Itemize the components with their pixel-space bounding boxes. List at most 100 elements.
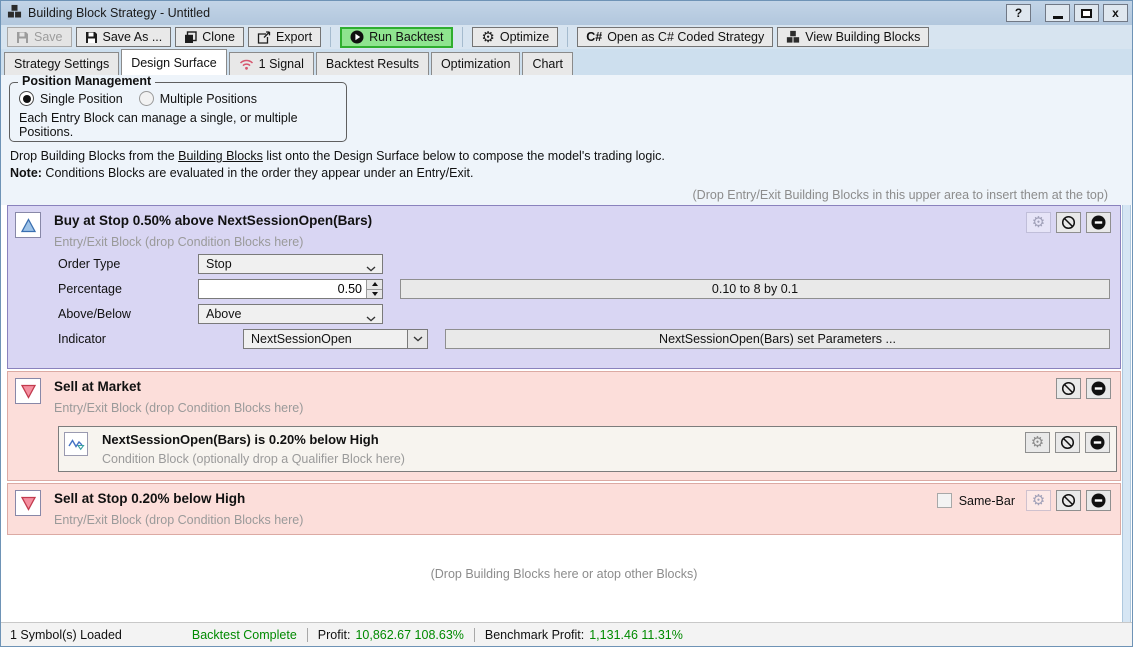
signal-icon bbox=[239, 58, 254, 70]
indicator-combo[interactable]: NextSessionOpen bbox=[243, 329, 428, 349]
save-button: Save bbox=[7, 27, 72, 47]
indicator-row: Indicator NextSessionOpen NextSessionOpe… bbox=[58, 329, 1120, 349]
clone-button[interactable]: Clone bbox=[175, 27, 244, 47]
run-backtest-button[interactable]: Run Backtest bbox=[340, 27, 453, 48]
percentage-optimization-range-button[interactable]: 0.10 to 8 by 0.1 bbox=[400, 279, 1110, 299]
spin-down-button[interactable] bbox=[367, 289, 382, 299]
indicator-parameters-button[interactable]: NextSessionOpen(Bars) set Parameters ... bbox=[445, 329, 1110, 349]
exit-block-sell-at-stop[interactable]: Sell at Stop 0.20% below High Entry/Exit… bbox=[7, 483, 1121, 535]
minus-circle-icon bbox=[1091, 215, 1106, 230]
sell-stop-settings-button: ⚙ bbox=[1026, 490, 1051, 511]
tab-strategy-settings[interactable]: Strategy Settings bbox=[4, 52, 119, 75]
minimize-icon bbox=[1053, 16, 1063, 19]
triangle-down-icon bbox=[372, 292, 378, 296]
building-blocks-link[interactable]: Building Blocks bbox=[178, 149, 263, 163]
minimize-button[interactable] bbox=[1045, 4, 1070, 22]
spin-up-button[interactable] bbox=[367, 280, 382, 289]
tab-design-surface[interactable]: Design Surface bbox=[121, 49, 226, 75]
toolbar-separator bbox=[330, 27, 331, 47]
profit-label: Profit: bbox=[318, 628, 351, 642]
save-as-icon bbox=[85, 31, 98, 44]
sell-arrow-icon bbox=[15, 378, 41, 404]
optimize-button[interactable]: ⚙ Optimize bbox=[472, 27, 558, 47]
sell-market-controls bbox=[1056, 378, 1111, 399]
percentage-field bbox=[198, 279, 383, 299]
chevron-down-icon bbox=[413, 336, 423, 342]
buy-remove-button[interactable] bbox=[1086, 212, 1111, 233]
condition-settings-button[interactable]: ⚙ bbox=[1025, 432, 1050, 453]
sell-stop-text: Sell at Stop 0.20% below High Entry/Exit… bbox=[54, 490, 303, 528]
save-as-button[interactable]: Save As ... bbox=[76, 27, 172, 47]
view-building-blocks-button[interactable]: View Building Blocks bbox=[777, 27, 929, 47]
above-below-row: Above/Below Above bbox=[58, 304, 1120, 324]
run-icon bbox=[350, 30, 364, 44]
buy-block-form: Order Type Stop Percentage bbox=[58, 254, 1120, 349]
indicator-dropdown-button[interactable] bbox=[407, 329, 428, 349]
radio-multiple-positions[interactable]: Multiple Positions bbox=[139, 91, 257, 106]
group-title: Position Management bbox=[18, 75, 155, 88]
ban-icon bbox=[1061, 215, 1076, 230]
condition-disable-button[interactable] bbox=[1055, 432, 1080, 453]
above-below-dropdown[interactable]: Above bbox=[198, 304, 383, 324]
open-csharp-button[interactable]: C# Open as C# Coded Strategy bbox=[577, 27, 773, 47]
symbols-loaded-status: 1 Symbol(s) Loaded bbox=[10, 628, 122, 642]
export-button[interactable]: Export bbox=[248, 27, 321, 47]
tab-backtest-results[interactable]: Backtest Results bbox=[316, 52, 429, 75]
entry-block-buy-at-stop[interactable]: Buy at Stop 0.50% above NextSessionOpen(… bbox=[7, 205, 1121, 369]
sell-market-title: Sell at Market bbox=[54, 378, 303, 395]
sell-stop-subtitle: Entry/Exit Block (drop Condition Blocks … bbox=[54, 512, 303, 528]
exit-block-sell-at-market[interactable]: Sell at Market Entry/Exit Block (drop Co… bbox=[7, 371, 1121, 481]
condition-chart-icon bbox=[64, 432, 88, 456]
gear-icon: ⚙ bbox=[1032, 215, 1045, 230]
chevron-down-icon bbox=[366, 311, 376, 325]
buy-block-subtitle: Entry/Exit Block (drop Condition Blocks … bbox=[54, 234, 372, 250]
buy-disable-button[interactable] bbox=[1056, 212, 1081, 233]
tab-chart[interactable]: Chart bbox=[522, 52, 573, 75]
buy-block-title: Buy at Stop 0.50% above NextSessionOpen(… bbox=[54, 212, 372, 229]
maximize-button[interactable] bbox=[1074, 4, 1099, 22]
backtest-status: Backtest Complete bbox=[192, 628, 297, 642]
condition-controls: ⚙ bbox=[1025, 432, 1110, 453]
benchmark-profit-value: 1,131.46 11.31% bbox=[589, 628, 683, 642]
tab-optimization[interactable]: Optimization bbox=[431, 52, 520, 75]
percentage-input[interactable] bbox=[199, 280, 366, 298]
buy-block-text: Buy at Stop 0.50% above NextSessionOpen(… bbox=[54, 212, 372, 250]
minus-circle-icon bbox=[1091, 493, 1106, 508]
above-below-label: Above/Below bbox=[58, 307, 198, 321]
sell-market-text: Sell at Market Entry/Exit Block (drop Co… bbox=[54, 378, 303, 416]
titlebar[interactable]: Building Block Strategy - Untitled ? x bbox=[1, 1, 1132, 25]
buy-settings-button: ⚙ bbox=[1026, 212, 1051, 233]
radio-unselected-icon bbox=[139, 91, 154, 106]
optimize-icon: ⚙ bbox=[481, 30, 494, 45]
help-button[interactable]: ? bbox=[1006, 4, 1031, 22]
export-icon bbox=[257, 31, 271, 44]
radio-single-position[interactable]: Single Position bbox=[19, 91, 123, 106]
position-management-group: Position Management Single Position Mult… bbox=[9, 82, 347, 142]
close-button[interactable]: x bbox=[1103, 4, 1128, 22]
buy-arrow-icon bbox=[15, 212, 41, 238]
order-type-row: Order Type Stop bbox=[58, 254, 1120, 274]
same-bar-option[interactable]: Same-Bar bbox=[937, 493, 1015, 508]
sell-stop-disable-button[interactable] bbox=[1056, 490, 1081, 511]
order-type-dropdown[interactable]: Stop bbox=[198, 254, 383, 274]
condition-block[interactable]: NextSessionOpen(Bars) is 0.20% below Hig… bbox=[58, 426, 1117, 472]
sell-stop-controls: Same-Bar ⚙ bbox=[937, 490, 1111, 511]
save-icon bbox=[16, 31, 29, 44]
csharp-icon: C# bbox=[586, 30, 602, 44]
vertical-scrollbar[interactable] bbox=[1122, 205, 1131, 622]
sell-market-disable-button[interactable] bbox=[1056, 378, 1081, 399]
same-bar-checkbox[interactable] bbox=[937, 493, 952, 508]
buy-block-header: Buy at Stop 0.50% above NextSessionOpen(… bbox=[8, 206, 1120, 250]
condition-text: NextSessionOpen(Bars) is 0.20% below Hig… bbox=[102, 432, 405, 467]
window-title: Building Block Strategy - Untitled bbox=[28, 6, 210, 20]
profit-value: 10,862.67 108.63% bbox=[355, 628, 463, 642]
sell-market-remove-button[interactable] bbox=[1086, 378, 1111, 399]
condition-remove-button[interactable] bbox=[1085, 432, 1110, 453]
ban-icon bbox=[1061, 381, 1076, 396]
instruction-note: Note: Conditions Blocks are evaluated in… bbox=[10, 166, 1132, 180]
drop-hint-top: (Drop Entry/Exit Building Blocks in this… bbox=[1, 188, 1108, 202]
condition-subtitle: Condition Block (optionally drop a Quali… bbox=[102, 452, 405, 467]
sell-stop-remove-button[interactable] bbox=[1086, 490, 1111, 511]
tab-signals[interactable]: 1 Signal bbox=[229, 52, 314, 75]
building-blocks-icon bbox=[786, 30, 800, 44]
